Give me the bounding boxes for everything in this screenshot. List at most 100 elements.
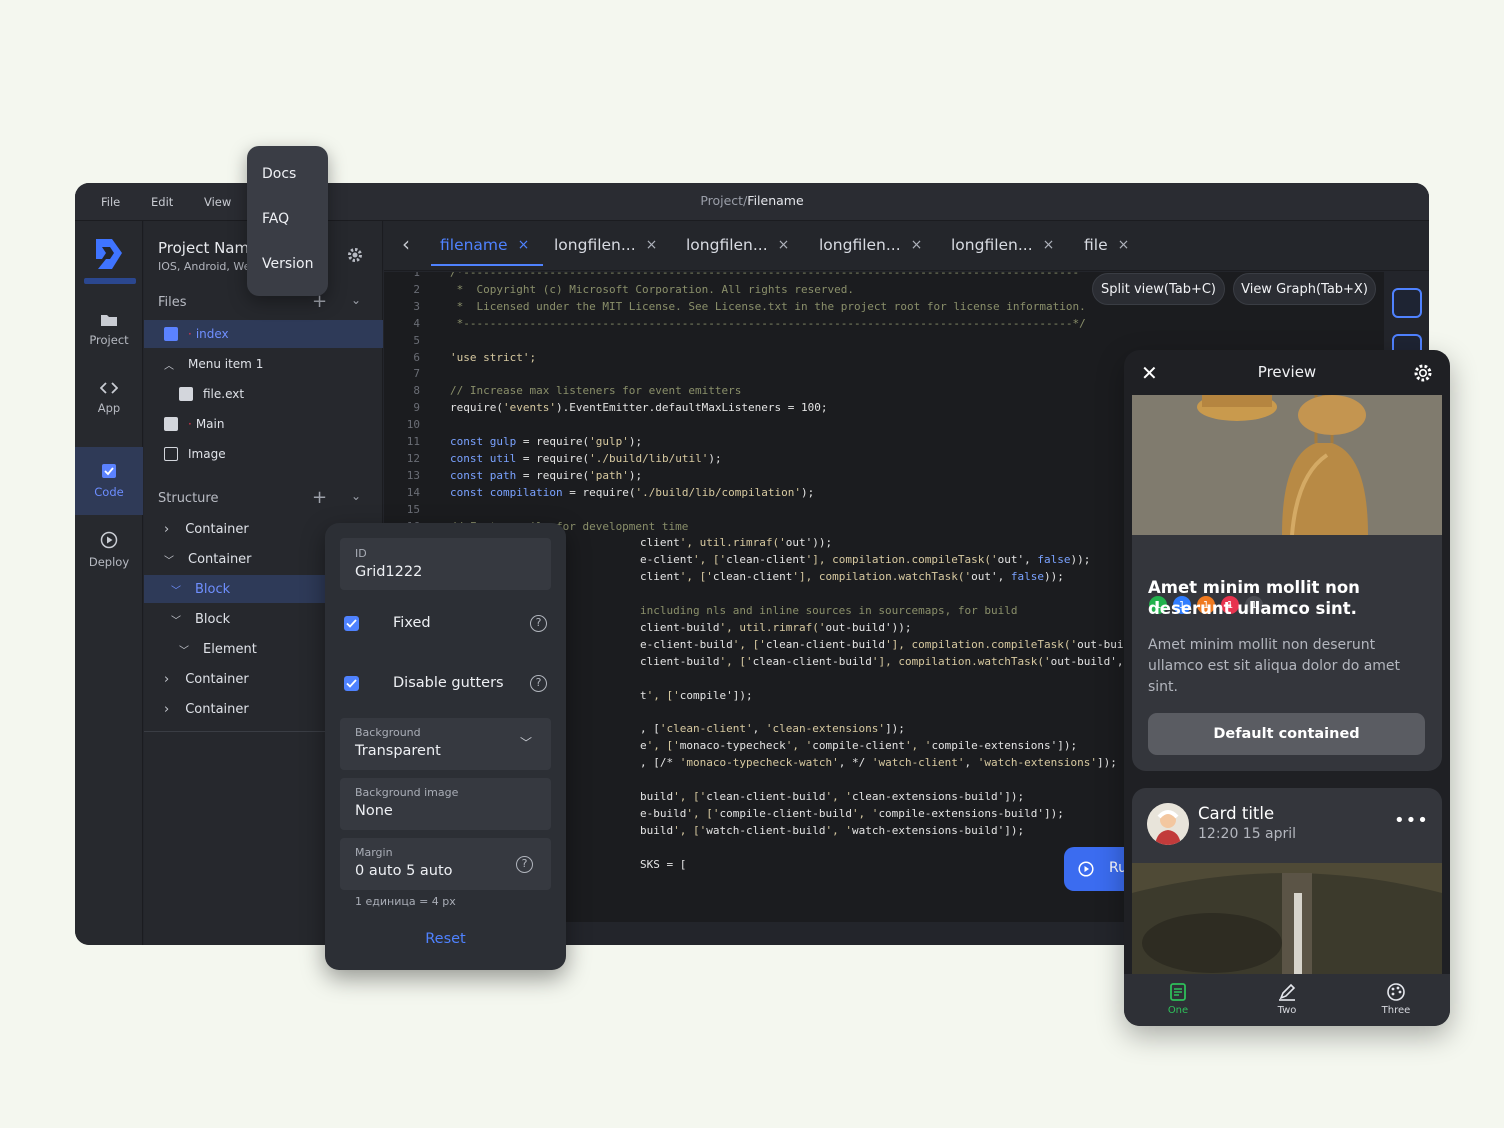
edit-square-icon bbox=[102, 464, 116, 478]
settings-gear-icon[interactable] bbox=[1412, 362, 1434, 388]
structure-collapse-chevron-icon[interactable]: ⌄ bbox=[351, 489, 361, 503]
left-rail: Project App Code Deploy bbox=[75, 221, 143, 945]
layout-toggle-icon[interactable] bbox=[1392, 288, 1422, 318]
nav-two[interactable]: Two bbox=[1233, 982, 1341, 1016]
line-number: 11 bbox=[406, 435, 420, 448]
rail-deploy[interactable]: Deploy bbox=[75, 531, 143, 569]
file-item-label: index bbox=[195, 327, 229, 341]
structure-header: Structure bbox=[158, 491, 219, 506]
file-item-index[interactable]: · index bbox=[144, 320, 383, 348]
tab-label: longfilen... bbox=[819, 236, 901, 254]
line-number: 1 bbox=[413, 272, 420, 279]
chevron-down-icon: ﹀ bbox=[179, 645, 189, 657]
file-item-label: Main bbox=[195, 417, 225, 431]
tab-longfilename-2[interactable]: longfilen... × bbox=[686, 236, 789, 254]
rail-app[interactable]: App bbox=[75, 381, 143, 415]
close-icon[interactable]: × bbox=[518, 237, 530, 253]
background-image-field[interactable]: Background image None bbox=[340, 778, 551, 830]
tab-longfilename-4[interactable]: longfilen... × bbox=[951, 236, 1054, 254]
background-select[interactable]: Background Transparent ﹀ bbox=[340, 718, 551, 770]
tab-file[interactable]: file × bbox=[1084, 236, 1129, 254]
code-line: /*--------------------------------------… bbox=[450, 272, 1080, 279]
unsaved-dot: · bbox=[188, 327, 192, 341]
more-options-icon[interactable]: ••• bbox=[1394, 810, 1429, 831]
file-item-image[interactable]: Image bbox=[144, 440, 383, 468]
view-graph-button[interactable]: View Graph(Tab+X) bbox=[1233, 273, 1376, 305]
help-icon[interactable]: ? bbox=[530, 615, 547, 632]
code-line: 'use strict'; bbox=[450, 350, 537, 364]
help-icon[interactable]: ? bbox=[530, 675, 547, 692]
tab-filename[interactable]: filename × bbox=[440, 236, 529, 254]
structure-item-label: Container bbox=[185, 701, 249, 717]
card2-media bbox=[1132, 863, 1442, 976]
structure-item-label: Container bbox=[185, 671, 249, 687]
project-settings-icon[interactable] bbox=[346, 246, 364, 268]
title-filename: Filename bbox=[747, 193, 804, 208]
line-number: 4 bbox=[413, 316, 420, 330]
document-icon bbox=[1170, 983, 1186, 1001]
dropdown-faq[interactable]: FAQ bbox=[262, 211, 289, 227]
play-circle-icon bbox=[100, 531, 118, 549]
nav-three-label: Three bbox=[1381, 1005, 1411, 1016]
add-structure-icon[interactable]: + bbox=[312, 487, 327, 508]
project-platforms: IOS, Android, We bbox=[158, 260, 251, 273]
rail-code[interactable]: Code bbox=[75, 447, 143, 515]
close-icon[interactable]: × bbox=[1118, 237, 1130, 253]
code-line: e', ['monaco-typecheck', 'compile-client… bbox=[640, 739, 1078, 753]
rail-deploy-label: Deploy bbox=[88, 555, 130, 569]
default-contained-button[interactable]: Default contained bbox=[1148, 713, 1425, 755]
line-number: 2 bbox=[413, 282, 420, 296]
rail-project-label: Project bbox=[89, 333, 129, 347]
structure-item-label: Block bbox=[195, 611, 231, 627]
close-icon[interactable]: × bbox=[646, 237, 658, 253]
tab-longfilename-3[interactable]: longfilen... × bbox=[819, 236, 922, 254]
dropdown-docs[interactable]: Docs bbox=[262, 166, 296, 182]
fixed-checkbox[interactable] bbox=[344, 616, 359, 631]
avatar bbox=[1147, 803, 1189, 845]
id-field[interactable]: ID Grid1222 bbox=[340, 538, 551, 590]
project-name: Project Nam bbox=[158, 239, 250, 257]
card-title: Amet minim mollit non deserunt ullamco s… bbox=[1148, 578, 1360, 618]
disable-gutters-checkbox[interactable] bbox=[344, 676, 359, 691]
chevron-right-icon: › bbox=[164, 701, 170, 717]
code-line: client-build', ['clean-client-build'], c… bbox=[640, 654, 1177, 668]
background-image-value: None bbox=[355, 803, 393, 819]
close-icon[interactable]: × bbox=[778, 237, 790, 253]
file-item-main[interactable]: · Main bbox=[144, 410, 383, 438]
code-line: * Licensed under the MIT License. See Li… bbox=[450, 299, 1086, 313]
file-icon bbox=[164, 327, 178, 341]
nav-one[interactable]: One bbox=[1124, 982, 1232, 1016]
code-brackets-icon bbox=[100, 382, 118, 394]
palette-icon bbox=[1387, 983, 1405, 1001]
chevron-right-icon: › bbox=[164, 671, 170, 687]
rail-project[interactable]: Project bbox=[75, 313, 143, 347]
code-line: e-client', ['clean-client'], compilation… bbox=[640, 553, 1091, 567]
margin-label: Margin bbox=[355, 846, 393, 859]
close-icon[interactable]: × bbox=[1043, 237, 1055, 253]
close-icon[interactable]: × bbox=[911, 237, 923, 253]
code-line: , [/* 'monaco-typecheck-watch', */ 'watc… bbox=[640, 756, 1117, 770]
card2-title: Card title bbox=[1198, 804, 1275, 823]
tab-longfilename-1[interactable]: longfilen... × bbox=[554, 236, 657, 254]
code-line: build', ['watch-client-build', 'watch-ex… bbox=[640, 823, 1025, 837]
chevron-down-icon: ﹀ bbox=[171, 615, 181, 627]
reset-button[interactable]: Reset bbox=[325, 931, 566, 947]
dropdown-version[interactable]: Version bbox=[262, 256, 313, 272]
tabs-back-icon[interactable]: ‹ bbox=[402, 232, 410, 256]
code-line: const gulp = require('gulp'); bbox=[450, 435, 643, 448]
code-line: // Increase max listeners for event emit… bbox=[450, 384, 742, 398]
bottom-navigation: One Two Three bbox=[1124, 974, 1450, 1026]
code-line: client', util.rimraf('out')); bbox=[640, 536, 833, 550]
tab-label: filename bbox=[440, 236, 508, 254]
help-icon[interactable]: ? bbox=[516, 856, 533, 873]
code-line: t', ['compile']); bbox=[640, 688, 753, 702]
split-view-button[interactable]: Split view(Tab+C) bbox=[1092, 273, 1225, 305]
nav-three[interactable]: Three bbox=[1342, 982, 1450, 1016]
menu-item-1-label: Menu item 1 bbox=[188, 357, 264, 371]
margin-field[interactable]: Margin 0 auto 5 auto ? bbox=[340, 838, 551, 890]
play-circle-icon bbox=[1078, 861, 1094, 877]
file-item-label: Image bbox=[188, 447, 226, 461]
menu-item-1[interactable]: ︿ Menu item 1 bbox=[144, 350, 383, 378]
file-item-ext[interactable]: file.ext bbox=[144, 380, 383, 408]
files-collapse-chevron-icon[interactable]: ⌄ bbox=[351, 293, 361, 307]
